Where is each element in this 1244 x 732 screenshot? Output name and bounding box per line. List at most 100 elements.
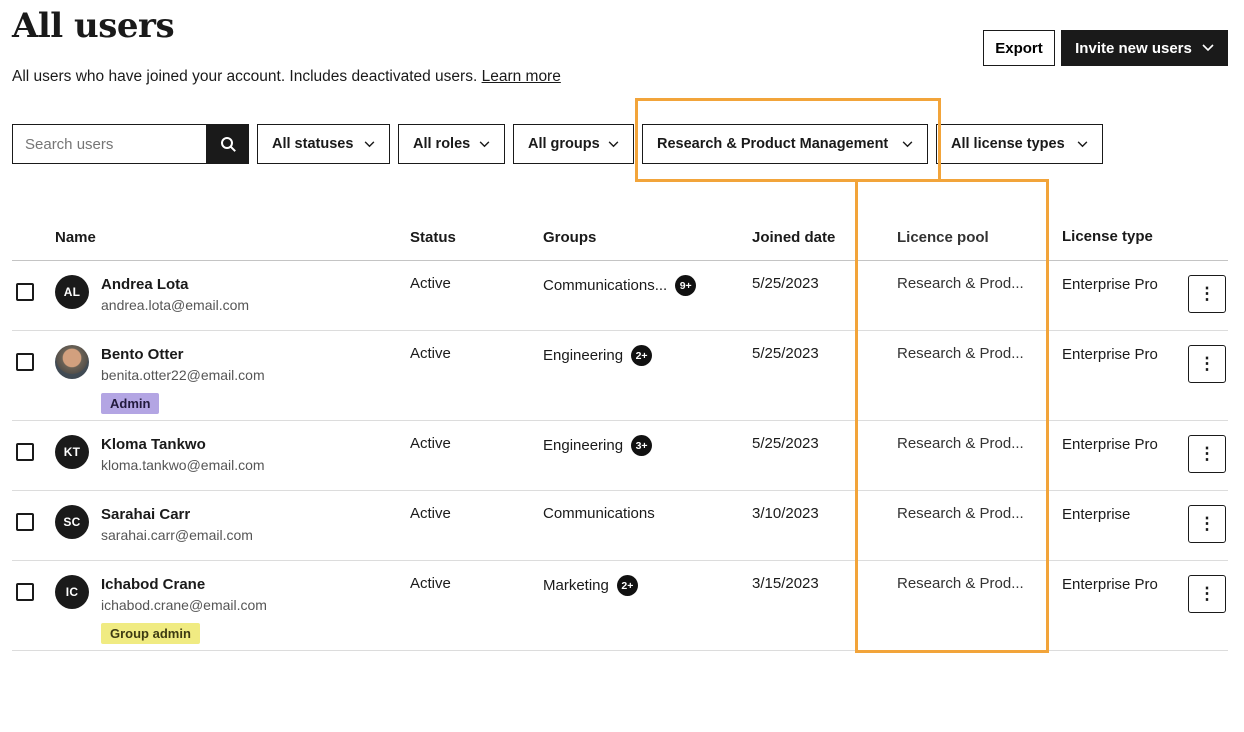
row-checkbox[interactable] [16,513,34,531]
joined-date-cell: 3/15/2023 [752,575,897,592]
table-row: SC Sarahai Carr sarahai.carr@email.com A… [12,491,1228,561]
license-type-cell: Enterprise Pro [1062,345,1188,365]
table-row: Bento Otter benita.otter22@email.com Adm… [12,331,1228,421]
group-name: Engineering [543,347,623,364]
table-header-row: Name Status Groups Joined date Licence p… [12,215,1228,261]
filter-licence-pool[interactable]: Research & Product Management [642,124,928,164]
learn-more-link[interactable]: Learn more [482,68,561,85]
license-type-cell: Enterprise Pro [1062,575,1188,595]
joined-date-cell: 5/25/2023 [752,435,897,452]
invite-new-users-button[interactable]: Invite new users [1061,30,1228,66]
user-name: Andrea Lota [101,275,249,295]
group-name: Marketing [543,577,609,594]
kebab-icon: ⋮ [1199,584,1216,604]
kebab-icon: ⋮ [1199,514,1216,534]
row-actions-button[interactable]: ⋮ [1188,345,1226,383]
kebab-icon: ⋮ [1199,354,1216,374]
filter-license-types-label: All license types [951,136,1065,152]
table-row: IC Ichabod Crane ichabod.crane@email.com… [12,561,1228,651]
page-title: All users [12,6,174,46]
status-cell: Active [410,575,543,592]
joined-date-cell: 3/10/2023 [752,505,897,522]
licence-pool-cell: Research & Prod... [897,505,1062,522]
row-actions-button[interactable]: ⋮ [1188,505,1226,543]
chevron-down-icon [608,141,619,148]
column-header-joined-date: Joined date [752,229,897,246]
filter-license-types[interactable]: All license types [936,124,1103,164]
filter-all-statuses[interactable]: All statuses [257,124,390,164]
avatar: IC [55,575,89,609]
avatar-photo [55,345,89,379]
row-actions-button[interactable]: ⋮ [1188,275,1226,313]
user-email: kloma.tankwo@email.com [101,455,265,476]
row-actions-button[interactable]: ⋮ [1188,435,1226,473]
table-row: AL Andrea Lota andrea.lota@email.com Act… [12,261,1228,331]
licence-pool-cell: Research & Prod... [897,435,1062,452]
row-actions-button[interactable]: ⋮ [1188,575,1226,613]
groups-cell: Marketing 2+ [543,575,752,596]
column-header-status: Status [410,229,543,246]
licence-pool-cell: Research & Prod... [897,275,1062,292]
user-email: sarahai.carr@email.com [101,525,253,546]
column-header-name: Name [55,229,410,246]
group-name: Communications [543,505,655,522]
licence-pool-cell: Research & Prod... [897,575,1062,592]
chevron-down-icon [902,141,913,148]
license-type-cell: Enterprise Pro [1062,275,1188,295]
filter-all-groups[interactable]: All groups [513,124,634,164]
group-count-badge[interactable]: 2+ [631,345,652,366]
all-users-page: All users All users who have joined your… [0,0,1244,732]
filter-all-roles[interactable]: All roles [398,124,505,164]
license-type-cell: Enterprise [1062,505,1188,525]
kebab-icon: ⋮ [1199,444,1216,464]
user-name: Kloma Tankwo [101,435,265,455]
chevron-down-icon [1077,141,1088,148]
group-count-badge[interactable]: 2+ [617,575,638,596]
search-icon [220,136,237,153]
groups-cell: Engineering 3+ [543,435,752,456]
page-subtitle: All users who have joined your account. … [12,68,561,86]
group-name: Communications... [543,277,667,294]
row-checkbox[interactable] [16,353,34,371]
user-name: Sarahai Carr [101,505,253,525]
row-checkbox[interactable] [16,443,34,461]
status-cell: Active [410,435,543,452]
filter-licence-pool-label: Research & Product Management [657,136,888,152]
kebab-icon: ⋮ [1199,284,1216,304]
invite-new-users-label: Invite new users [1075,40,1192,57]
search-input[interactable] [12,124,207,164]
admin-badge: Admin [101,393,159,414]
avatar: KT [55,435,89,469]
joined-date-cell: 5/25/2023 [752,275,897,292]
column-header-licence-pool: Licence pool [897,229,1062,246]
export-button[interactable]: Export [983,30,1055,66]
groups-cell: Communications... 9+ [543,275,752,296]
chevron-down-icon [479,141,490,148]
group-name: Engineering [543,437,623,454]
subtitle-text: All users who have joined your account. … [12,68,477,85]
chevron-down-icon [1202,44,1214,52]
groups-cell: Communications [543,505,752,522]
user-email: ichabod.crane@email.com [101,595,267,616]
group-count-badge[interactable]: 9+ [675,275,696,296]
filter-all-statuses-label: All statuses [272,136,353,152]
status-cell: Active [410,505,543,522]
users-table: Name Status Groups Joined date Licence p… [12,215,1228,651]
user-name: Ichabod Crane [101,575,267,595]
group-admin-badge: Group admin [101,623,200,644]
groups-cell: Engineering 2+ [543,345,752,366]
table-row: KT Kloma Tankwo kloma.tankwo@email.com A… [12,421,1228,491]
user-email: andrea.lota@email.com [101,295,249,316]
user-email: benita.otter22@email.com [101,365,265,386]
search-button[interactable] [207,124,249,164]
filter-all-roles-label: All roles [413,136,470,152]
row-checkbox[interactable] [16,283,34,301]
avatar: SC [55,505,89,539]
group-count-badge[interactable]: 3+ [631,435,652,456]
row-checkbox[interactable] [16,583,34,601]
license-type-cell: Enterprise Pro [1062,435,1188,455]
joined-date-cell: 5/25/2023 [752,345,897,362]
chevron-down-icon [364,141,375,148]
status-cell: Active [410,345,543,362]
column-header-license-type: License type [1062,227,1188,247]
